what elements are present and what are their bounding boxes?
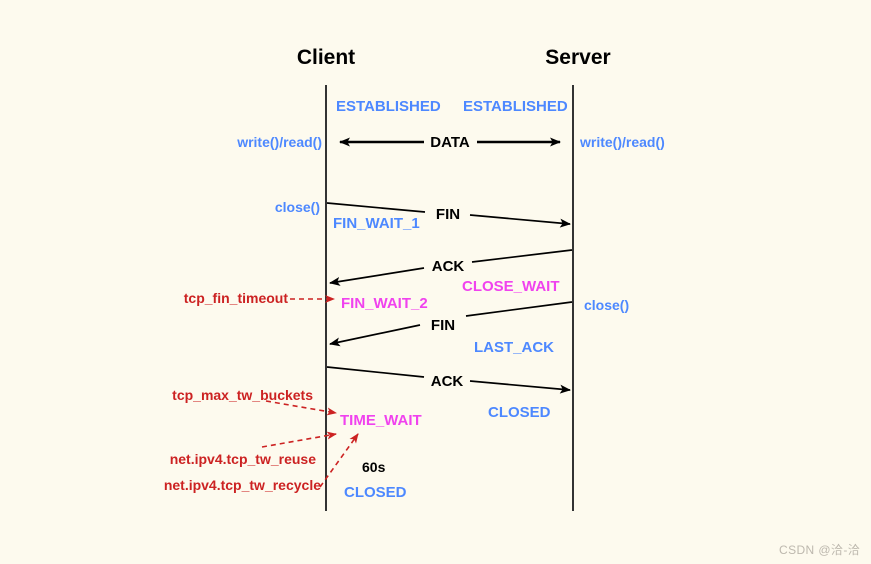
state-client-closed: CLOSED	[344, 484, 407, 501]
state-server-last-ack: LAST_ACK	[474, 339, 555, 356]
diagram-vector-layer	[261, 85, 574, 511]
sysctl-label-tcp-fin-timeout: tcp_fin_timeout	[183, 290, 288, 306]
actor-title-client: Client	[296, 46, 356, 69]
state-client-fin-wait-2: FIN_WAIT_2	[341, 295, 428, 312]
message-label-data: DATA	[430, 134, 470, 151]
state-server-established: ESTABLISHED	[463, 98, 568, 115]
state-client-fin-wait-1: FIN_WAIT_1	[333, 215, 420, 232]
message-label-fin-1: FIN	[435, 206, 461, 223]
state-client-time-wait: TIME_WAIT	[340, 412, 422, 429]
api-call-server-write-read: write()/read()	[580, 134, 665, 150]
state-server-close-wait: CLOSE_WAIT	[462, 278, 560, 295]
actor-title-server: Server	[545, 46, 611, 69]
sysctl-label-tcp-tw-reuse: net.ipv4.tcp_tw_reuse	[169, 451, 316, 467]
message-label-ack-1: ACK	[431, 258, 465, 275]
tcp-close-sequence-diagram: Client Server ESTABLISHED FIN_WAIT_1 FIN…	[0, 0, 871, 564]
annotation-arrow-tcp-tw-reuse	[261, 431, 337, 448]
api-call-server-close: close()	[584, 297, 630, 313]
sysctl-label-tcp-tw-recycle: net.ipv4.tcp_tw_recycle	[163, 477, 321, 493]
timer-label-60s: 60s	[362, 459, 386, 475]
state-client-established: ESTABLISHED	[336, 98, 441, 115]
state-server-closed: CLOSED	[488, 404, 551, 421]
watermark: CSDN @洽-洽	[779, 543, 861, 557]
message-label-ack-2: ACK	[430, 373, 464, 390]
api-call-client-close: close()	[274, 199, 320, 215]
message-label-fin-2: FIN	[430, 317, 456, 334]
sysctl-label-tcp-max-tw-buckets: tcp_max_tw_buckets	[172, 387, 313, 403]
api-call-client-write-read: write()/read()	[237, 134, 322, 150]
